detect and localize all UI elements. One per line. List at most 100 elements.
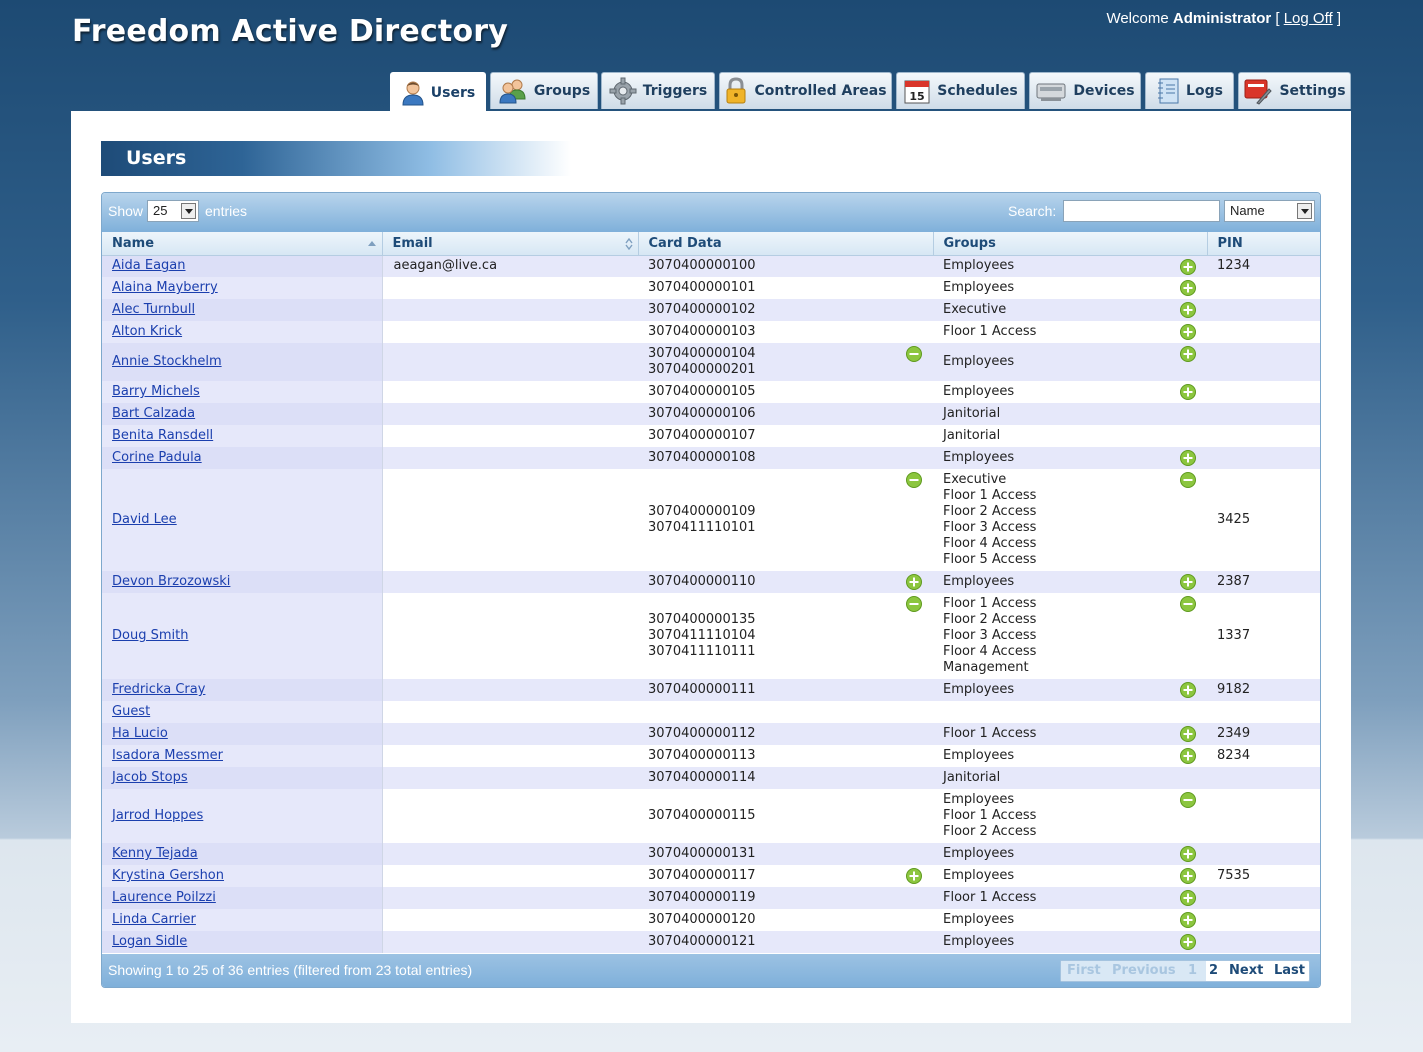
group-name: Floor 4 Access — [943, 536, 1037, 551]
add-group-icon[interactable] — [1180, 890, 1196, 906]
tab-users[interactable]: Users — [390, 72, 486, 112]
cell-pin — [1207, 701, 1320, 723]
group-name: Floor 2 Access — [943, 504, 1037, 519]
welcome-prefix: Welcome — [1106, 10, 1173, 27]
remove-card-icon[interactable] — [906, 346, 922, 362]
tab-groups[interactable]: Groups — [490, 72, 598, 109]
user-name-link[interactable]: Alaina Mayberry — [112, 280, 218, 295]
remove-card-icon[interactable] — [906, 596, 922, 612]
search-field-select[interactable]: Name — [1224, 200, 1315, 222]
tab-controlled-areas[interactable]: Controlled Areas — [719, 72, 892, 109]
remove-card-icon[interactable] — [906, 472, 922, 488]
user-name-link[interactable]: Bart Calzada — [112, 406, 195, 421]
user-name-link[interactable]: Logan Sidle — [112, 934, 187, 949]
card-number: 3070400000110 — [648, 574, 756, 589]
pager-previous-button[interactable]: Previous — [1112, 963, 1176, 978]
user-name-link[interactable]: Devon Brzozowski — [112, 574, 230, 589]
user-name-link[interactable]: David Lee — [112, 512, 177, 527]
cell-name: Isadora Messmer — [102, 745, 382, 767]
add-group-icon[interactable] — [1180, 868, 1196, 884]
search-input[interactable] — [1063, 200, 1220, 222]
remove-group-icon[interactable] — [1180, 472, 1196, 488]
user-name-link[interactable]: Jacob Stops — [112, 770, 188, 785]
user-name-link[interactable]: Doug Smith — [112, 628, 188, 643]
add-group-icon[interactable] — [1180, 934, 1196, 950]
add-card-icon[interactable] — [906, 868, 922, 884]
tab-devices[interactable]: Devices — [1029, 72, 1141, 109]
user-name-link[interactable]: Corine Padula — [112, 450, 202, 465]
user-name-link[interactable]: Aida Eagan — [112, 258, 186, 273]
bracket-open: [ — [1271, 10, 1284, 27]
user-name-link[interactable]: Isadora Messmer — [112, 748, 223, 763]
tab-settings[interactable]: Settings — [1238, 72, 1351, 109]
pager-page-2[interactable]: 2 — [1209, 963, 1218, 978]
add-group-icon[interactable] — [1180, 324, 1196, 340]
cell-groups: Employees — [933, 277, 1207, 299]
card-number: 3070400000131 — [648, 846, 756, 861]
user-name-link[interactable]: Laurence Poilzzi — [112, 890, 216, 905]
entries-label: entries — [205, 203, 248, 219]
add-group-icon[interactable] — [1180, 258, 1196, 275]
pager-page-1[interactable]: 1 — [1188, 963, 1197, 978]
user-name-link[interactable]: Annie Stockhelm — [112, 354, 222, 369]
add-group-icon[interactable] — [1180, 280, 1196, 296]
column-header-name[interactable]: Name — [102, 232, 383, 256]
tab-triggers[interactable]: Triggers — [601, 72, 715, 109]
group-name: Employees — [943, 934, 1015, 949]
add-group-icon[interactable] — [1180, 384, 1196, 400]
pager-last-button[interactable]: Last — [1274, 963, 1305, 978]
cell-name: Alton Krick — [102, 321, 382, 343]
table-row: Ha Lucio 3070400000112 Floor 1 Access 2349 — [102, 723, 1320, 745]
user-name-link[interactable]: Ha Lucio — [112, 726, 168, 741]
add-group-icon[interactable] — [1180, 846, 1196, 862]
cell-pin: 7535 — [1207, 865, 1320, 887]
user-name-link[interactable]: Fredricka Cray — [112, 682, 205, 697]
cell-groups: Employees — [933, 931, 1207, 953]
add-group-icon[interactable] — [1180, 682, 1196, 698]
user-name-link[interactable]: Linda Carrier — [112, 912, 196, 927]
cell-email — [381, 403, 638, 425]
cell-groups: Employees — [933, 343, 1207, 381]
column-header-card-data[interactable]: Card Data — [638, 232, 934, 256]
column-header-email[interactable]: Email — [382, 232, 639, 256]
table-row: Guest — [102, 701, 1320, 723]
table-row: Alton Krick 3070400000103 Floor 1 Access — [102, 321, 1320, 343]
card-number: 3070400000100 — [648, 258, 756, 274]
column-header-pin[interactable]: PIN — [1207, 232, 1320, 256]
column-header-groups[interactable]: Groups — [933, 232, 1208, 256]
pager-next-button[interactable]: Next — [1229, 963, 1263, 978]
pager-first-button[interactable]: First — [1067, 963, 1101, 978]
table-row: Barry Michels 3070400000105 Employees — [102, 381, 1320, 403]
page-size-select[interactable]: 25 — [147, 200, 199, 222]
content-panel: Users Show 25 entries Search: Name Name … — [71, 111, 1351, 1023]
add-group-icon[interactable] — [1180, 574, 1196, 590]
tab-schedules[interactable]: 15 Schedules — [896, 72, 1025, 109]
table-toolbar: Show 25 entries Search: Name — [102, 193, 1320, 232]
group-name: Floor 4 Access — [943, 644, 1037, 659]
add-group-icon[interactable] — [1180, 346, 1196, 362]
group-name: Floor 1 Access — [943, 324, 1037, 339]
user-name-link[interactable]: Kenny Tejada — [112, 846, 198, 861]
tab-logs[interactable]: Logs — [1145, 72, 1234, 109]
user-name-link[interactable]: Benita Ransdell — [112, 428, 213, 443]
group-name: Employees — [943, 384, 1015, 399]
user-name-link[interactable]: Jarrod Hoppes — [112, 808, 203, 823]
add-group-icon[interactable] — [1180, 726, 1196, 742]
card-number: 3070400000119 — [648, 890, 756, 905]
add-group-icon[interactable] — [1180, 450, 1196, 466]
remove-group-icon[interactable] — [1180, 596, 1196, 612]
user-name-link[interactable]: Krystina Gershon — [112, 868, 224, 883]
cell-name: Alaina Mayberry — [102, 277, 382, 299]
remove-group-icon[interactable] — [1180, 792, 1196, 808]
group-name: Janitorial — [943, 428, 1001, 443]
logoff-link[interactable]: Log Off — [1284, 10, 1333, 27]
user-name-link[interactable]: Guest — [112, 704, 150, 719]
user-name-link[interactable]: Alton Krick — [112, 324, 182, 339]
add-group-icon[interactable] — [1180, 302, 1196, 318]
user-name-link[interactable]: Barry Michels — [112, 384, 200, 399]
add-group-icon[interactable] — [1180, 748, 1196, 764]
add-card-icon[interactable] — [906, 574, 922, 590]
card-number: 3070400000115 — [648, 808, 756, 823]
add-group-icon[interactable] — [1180, 912, 1196, 928]
user-name-link[interactable]: Alec Turnbull — [112, 302, 195, 317]
